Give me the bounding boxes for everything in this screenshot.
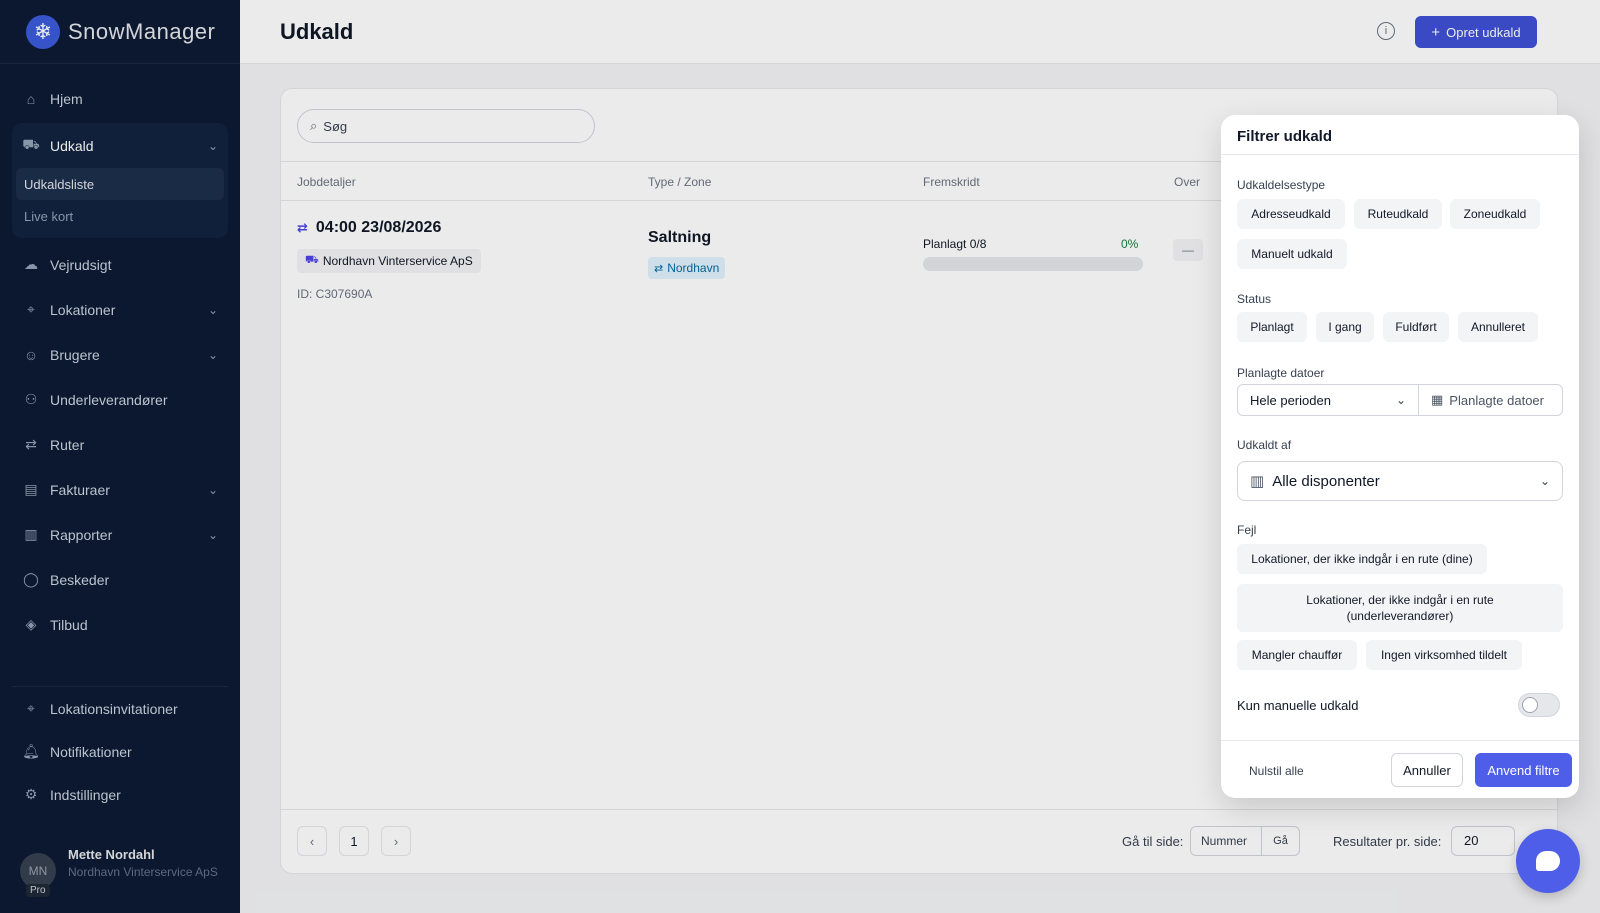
dates-section-label: Planlagte datoer [1237,366,1325,380]
type-chip-manuelt-udkald[interactable]: Manuelt udkald [1237,239,1347,269]
chevron-down-icon: ⌄ [1395,393,1406,407]
cancel-button[interactable]: Annuller [1391,753,1463,787]
date-range-select[interactable]: Hele perioden ⌄ [1237,384,1419,416]
dispatched-by-label: Udkaldt af [1237,438,1292,452]
calendar-icon: ▦ [1431,392,1444,407]
building-icon: ▥ [1250,473,1265,490]
filter-panel: Filtrer udkald Udkaldelsestype Adresseud… [1221,115,1579,798]
error-chip-missing-driver[interactable]: Mangler chauffør [1237,640,1357,670]
chat-launcher-button[interactable] [1516,829,1580,893]
type-chip-ruteudkald[interactable]: Ruteudkald [1354,199,1442,229]
dispatcher-select[interactable]: ▥ Alle disponenter ⌄ [1237,461,1563,501]
status-chip-fuldfort[interactable]: Fuldført [1383,312,1449,342]
type-chip-adresseudkald[interactable]: Adresseudkald [1237,199,1345,229]
apply-filters-button[interactable]: Anvend filtre [1475,753,1572,787]
status-chip-annulleret[interactable]: Annulleret [1458,312,1538,342]
status-section-label: Status [1237,292,1272,306]
filter-panel-footer: Nulstil alle Annuller Anvend filtre [1221,740,1579,798]
date-range-value: Hele perioden [1250,392,1331,408]
status-chip-planlagt[interactable]: Planlagt [1237,312,1307,342]
error-chip-unrouted-own[interactable]: Lokationer, der ikke indgår i en rute (d… [1237,544,1487,574]
errors-section-label: Fejl [1237,523,1257,537]
chat-bubble-icon [1536,851,1560,871]
filter-panel-title: Filtrer udkald [1221,115,1579,155]
dispatcher-value: Alle disponenter [1272,472,1380,490]
type-chip-zoneudkald[interactable]: Zoneudkald [1450,199,1540,229]
reset-all-button[interactable]: Nulstil alle [1237,755,1316,787]
status-chip-i-gang[interactable]: I gang [1316,312,1374,342]
toggle-knob [1522,697,1538,713]
error-chip-unrouted-subcontractors[interactable]: Lokationer, der ikke indgår i en rute (u… [1237,584,1563,632]
date-picker-label: Planlagte datoer [1449,392,1544,408]
manual-only-label: Kun manuelle udkald [1237,698,1359,713]
manual-only-toggle[interactable] [1518,693,1560,717]
date-picker-button[interactable]: ▦ Planlagte datoer [1418,384,1563,416]
type-section-label: Udkaldelsestype [1237,178,1326,192]
error-chip-no-company[interactable]: Ingen virksomhed tildelt [1366,640,1522,670]
chevron-down-icon: ⌄ [1539,474,1550,488]
